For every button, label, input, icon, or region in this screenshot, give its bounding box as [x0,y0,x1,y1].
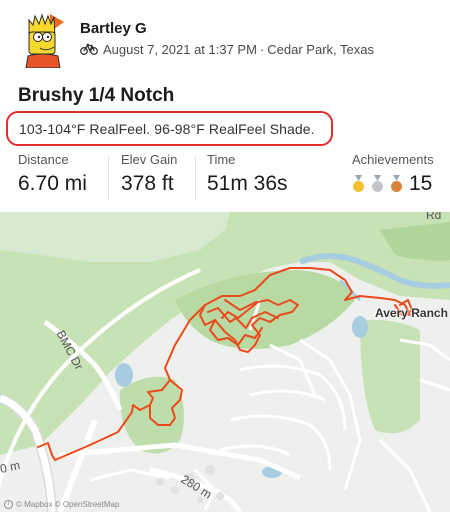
activity-meta: August 7, 2021 at 1:37 PM · Cedar Park, … [80,41,374,57]
stat-achievements-label: Achievements [352,152,434,167]
stat-time-label: Time [207,152,236,167]
attribution-text: © Mapbox © OpenStreetMap [16,500,120,509]
pond [352,316,368,338]
stat-elev-gain: Elev Gain 378 ft [121,152,177,196]
activity-description: 103-104°F RealFeel. 96-98°F RealFeel Sha… [19,121,315,137]
stat-divider [108,156,109,200]
bike-icon [80,43,98,55]
athlete-name[interactable]: Bartley G [80,20,147,37]
stat-elev-gain-value: 378 ft [121,172,174,195]
pond [115,363,133,387]
activity-date: August 7, 2021 at 1:37 PM [103,41,257,57]
stat-elev-gain-label: Elev Gain [121,152,178,167]
avatar[interactable] [20,12,70,68]
stat-time: Time 51m 36s [207,152,288,196]
stat-divider [195,156,196,200]
stat-distance: Distance 6.70 mi [18,152,87,196]
achievements-count: 15 [409,172,433,195]
silver-medal-icon [372,175,383,192]
map-label-avery-ranch: Avery Ranch [375,306,448,320]
meta-separator: · [259,41,265,57]
map-label-rd: Rd [426,212,442,222]
stat-distance-value: 6.70 mi [18,172,87,195]
achievement-medals: 15 [352,172,434,196]
map-attribution[interactable]: i © Mapbox © OpenStreetMap [4,500,119,509]
gold-medal-icon [353,175,364,192]
activity-location: Cedar Park, Texas [267,41,374,57]
stats-row: Distance 6.70 mi Elev Gain 378 ft Time 5… [0,152,450,207]
stat-distance-label: Distance [18,152,69,167]
info-icon[interactable]: i [4,500,13,509]
stat-time-value: 51m 36s [207,172,288,195]
stat-achievements[interactable]: Achievements 15 [352,152,434,196]
activity-title: Brushy 1/4 Notch [18,85,175,106]
activity-header: Bartley G August 7, 2021 at 1:37 PM · Ce… [0,0,450,80]
route-map[interactable]: BMC Dr 280 m 0 m Rd Avery Ranch i © Mapb… [0,212,450,512]
bronze-medal-icon [391,175,402,192]
